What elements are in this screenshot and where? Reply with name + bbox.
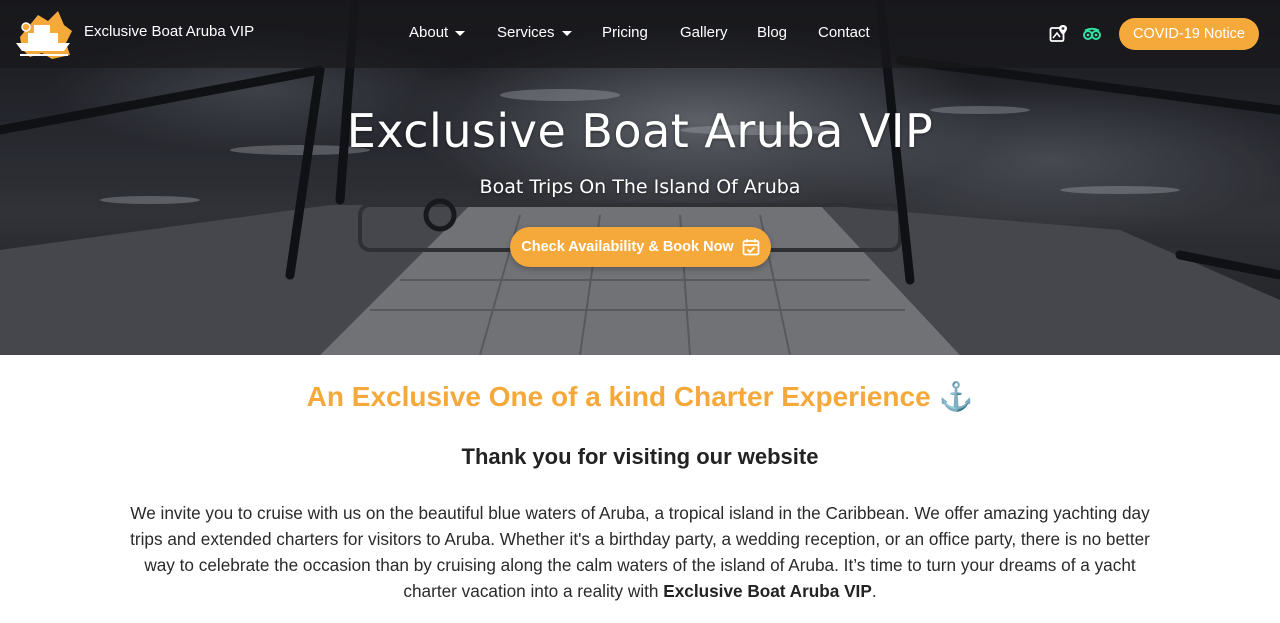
nav-services[interactable]: Services [497, 24, 572, 41]
nav-contact-label: Contact [818, 24, 870, 41]
chevron-down-icon [561, 30, 572, 36]
nav-gallery-label: Gallery [680, 24, 728, 41]
hero-section: Exclusive Boat Aruba VIP About Services … [0, 0, 1280, 355]
intro-paragraph: We invite you to cruise with us on the b… [130, 500, 1150, 604]
nav-gallery[interactable]: Gallery [680, 24, 728, 41]
tripadvisor-icon[interactable] [1082, 24, 1102, 44]
intro-brand-name: Exclusive Boat Aruba VIP [663, 581, 872, 601]
nav-blog-label: Blog [757, 24, 788, 41]
map-location-icon[interactable] [1049, 24, 1069, 44]
section-heading: An Exclusive One of a kind Charter Exper… [306, 381, 974, 412]
covid-notice-button[interactable]: COVID-19 Notice [1119, 18, 1259, 50]
chevron-down-icon [455, 30, 466, 36]
nav-about-label: About [409, 24, 449, 41]
calendar-check-icon [742, 239, 760, 256]
check-availability-label: Check Availability & Book Now [521, 239, 734, 255]
hero-subtitle: Boat Trips On The Island Of Aruba [479, 176, 801, 198]
intro-end: . [871, 581, 877, 601]
intro-text: We invite you to cruise with us on the b… [130, 503, 1150, 601]
nav-services-label: Services [497, 24, 555, 41]
thanks-heading: Thank you for visiting our website [461, 444, 819, 469]
brand-logo[interactable] [12, 7, 76, 61]
brand-name[interactable]: Exclusive Boat Aruba VIP [84, 23, 254, 40]
nav-pricing-label: Pricing [602, 24, 648, 41]
nav-pricing[interactable]: Pricing [602, 24, 648, 41]
hero-title: Exclusive Boat Aruba VIP [346, 104, 934, 158]
nav-about[interactable]: About [409, 24, 466, 41]
top-navbar: Exclusive Boat Aruba VIP About Services … [0, 0, 1280, 68]
nav-contact[interactable]: Contact [818, 24, 870, 41]
nav-blog[interactable]: Blog [757, 24, 787, 41]
check-availability-button[interactable]: Check Availability & Book Now [510, 227, 771, 267]
